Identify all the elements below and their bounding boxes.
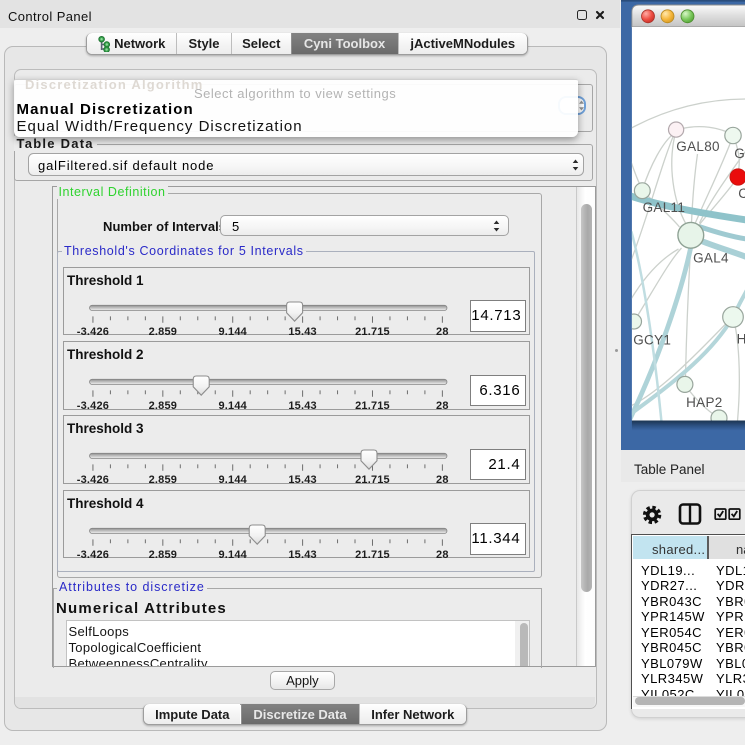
svg-text:21.715: 21.715 <box>355 474 390 484</box>
svg-text:21.715: 21.715 <box>355 549 390 559</box>
svg-text:2.859: 2.859 <box>149 400 177 410</box>
svg-text:-3.426: -3.426 <box>77 474 109 484</box>
svg-text:GAL11: GAL11 <box>642 200 685 215</box>
svg-text:9.144: 9.144 <box>218 549 247 559</box>
svg-text:9.144: 9.144 <box>218 400 247 410</box>
svg-text:GAL80: GAL80 <box>676 139 720 154</box>
svg-text:28: 28 <box>436 549 449 559</box>
svg-text:21.715: 21.715 <box>355 400 390 410</box>
svg-text:C: C <box>738 186 745 201</box>
svg-text:-3.426: -3.426 <box>77 325 109 335</box>
svg-text:28: 28 <box>436 474 449 484</box>
svg-text:-3.426: -3.426 <box>77 400 109 410</box>
svg-text:GCY1: GCY1 <box>633 333 671 348</box>
svg-text:9.144: 9.144 <box>218 325 247 335</box>
svg-text:2.859: 2.859 <box>149 325 177 335</box>
svg-text:15.43: 15.43 <box>288 400 317 410</box>
svg-text:21.715: 21.715 <box>355 325 390 335</box>
svg-text:28: 28 <box>436 325 449 335</box>
svg-text:2.859: 2.859 <box>149 549 177 559</box>
svg-text:GA: GA <box>734 146 745 161</box>
svg-text:GAL4: GAL4 <box>693 251 729 266</box>
svg-text:15.43: 15.43 <box>288 474 317 484</box>
svg-text:15.43: 15.43 <box>288 325 317 335</box>
svg-text:-3.426: -3.426 <box>77 549 109 559</box>
svg-text:2.859: 2.859 <box>149 474 177 484</box>
svg-text:H: H <box>736 332 745 347</box>
svg-text:15.43: 15.43 <box>288 549 317 559</box>
svg-text:HAP2: HAP2 <box>686 395 722 410</box>
svg-text:28: 28 <box>436 400 449 410</box>
svg-text:9.144: 9.144 <box>218 474 247 484</box>
